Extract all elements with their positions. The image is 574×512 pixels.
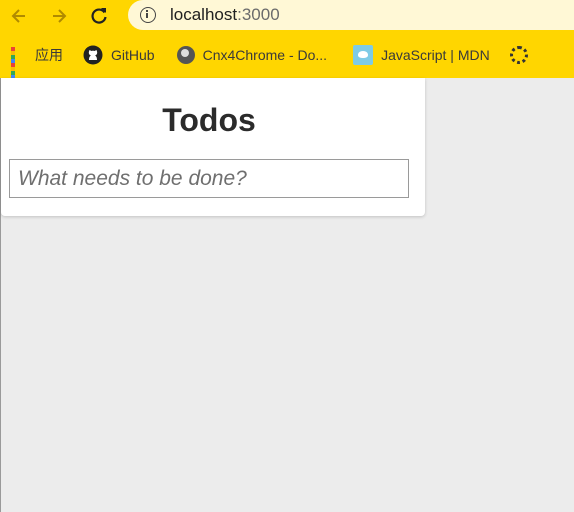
bookmark-label: JavaScript | MDN — [381, 47, 490, 63]
browser-toolbar: localhost:3000 — [0, 0, 574, 32]
apps-grid-icon — [11, 47, 27, 83]
bookmark-more[interactable] — [509, 41, 528, 69]
github-icon — [83, 45, 103, 65]
bookmark-label: GitHub — [111, 47, 155, 63]
back-button[interactable] — [6, 3, 32, 29]
forward-button[interactable] — [46, 3, 72, 29]
reload-button[interactable] — [86, 3, 112, 29]
url-host: localhost — [170, 5, 238, 24]
bookmark-label: 应用 — [35, 47, 63, 63]
url-port: :3000 — [237, 5, 280, 24]
cnx-globe-icon — [176, 46, 195, 64]
url-text: localhost:3000 — [170, 5, 280, 25]
bookmark-github[interactable]: GitHub — [77, 41, 161, 69]
loading-icon — [509, 46, 528, 64]
info-icon[interactable] — [140, 7, 156, 23]
bookmarks-bar: 应用 GitHub Cnx4Chrome - Do... JavaScript … — [0, 32, 574, 83]
bookmark-label: Cnx4Chrome - Do... — [202, 47, 328, 63]
new-todo-input[interactable] — [9, 159, 409, 198]
todo-app-card: Todos — [1, 78, 425, 216]
bookmark-mdn[interactable]: JavaScript | MDN — [347, 41, 496, 69]
reload-icon — [91, 8, 107, 24]
page-title: Todos — [162, 102, 256, 138]
mdn-dino-icon — [353, 45, 374, 65]
arrow-right-icon — [53, 9, 67, 23]
bookmark-cnx4chrome[interactable]: Cnx4Chrome - Do... — [171, 41, 333, 69]
address-bar[interactable]: localhost:3000 — [128, 0, 574, 30]
bookmark-apps[interactable]: 应用 — [5, 41, 69, 83]
arrow-left-icon — [11, 9, 25, 23]
